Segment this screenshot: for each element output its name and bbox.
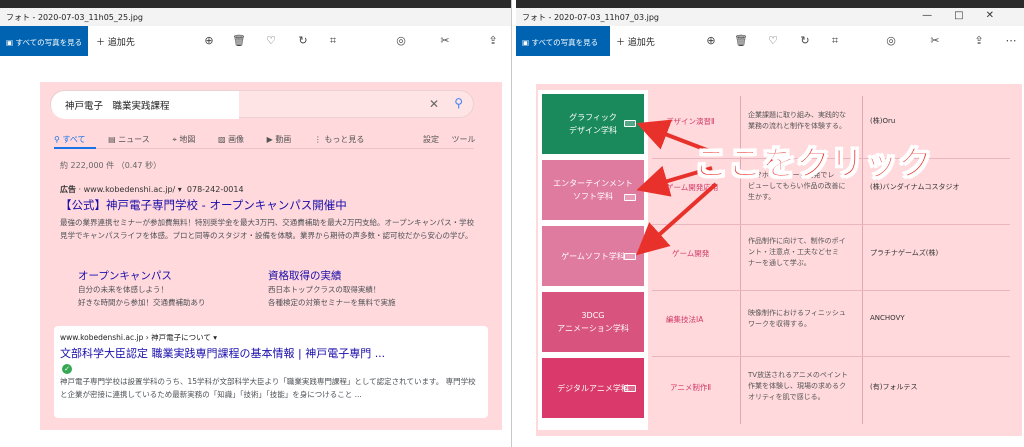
organic-result: www.kobedenshi.ac.jp › 神戸電子について ▾ 文部科学大臣… [54,326,488,418]
ad-title-link[interactable]: 【公式】神戸電子専門学校 - オープンキャンパス開催中 [60,197,347,213]
settings-link[interactable]: 設定 [423,135,439,144]
organic-description: 神戸電子専門学校は設置学科のうち、15学科が文部科学大臣より「職業実践専門課程」… [60,377,476,399]
google-tabs: ⚲ すべて ▤ ニュース ⌖ 地図 ▨ 画像 ▶ 動画 ⋮ もっと見る 設定 ツ… [54,134,486,145]
photos-toolbar: ▣ すべての写真を見る ＋ 追加先 ⊕ 🗑 ♡ ↻ ⌗ ◎ ✂ ⇪ [0,26,511,56]
ad-url-line: 広告 · www.kobedenshi.ac.jp/ ▾ 078-242-001… [60,185,244,194]
share-icon[interactable]: ⇪ [486,34,500,47]
tab-videos[interactable]: ▶ 動画 [267,135,302,144]
window-title: フォト - 2020-07-03_11h05_25.jpg [6,13,143,22]
tab-news[interactable]: ▤ ニュース [108,135,160,144]
verified-check-icon: ✓ [62,364,72,374]
rotate-icon[interactable]: ↻ [296,34,310,47]
taskbar-strip [0,0,511,8]
result-count: 約 222,000 件 （0.47 秒） [60,161,162,170]
tabs-divider [54,148,474,149]
tab-more[interactable]: ⋮ もっと見る [314,135,375,144]
sitelink-open-campus[interactable]: オープンキャンパス [78,268,172,283]
annotation-arrows [636,119,718,256]
edit-icon[interactable]: ✂ [438,34,452,47]
google-results-screenshot: 神戸電子 職業実践課程 ✕ ⚲ ⚲ すべて ▤ ニュース ⌖ 地図 ▨ 画像 ▶… [40,82,502,430]
click-here-annotation: ここをクリック [694,144,933,185]
arrow-to-game-soft [636,182,718,256]
organic-url[interactable]: www.kobedenshi.ac.jp › 神戸電子について ▾ [60,332,217,343]
photos-window-right: フォト - 2020-07-03_11h07_03.jpg —□✕ ▣ すべての… [516,0,1024,447]
zoom-icon[interactable]: ⊕ [202,34,216,47]
clear-icon[interactable]: ✕ [429,97,439,111]
delete-icon[interactable]: 🗑 [232,34,246,47]
search-query[interactable]: 神戸電子 職業実践課程 [51,91,239,119]
enhance-icon[interactable]: ◎ [394,34,408,47]
sitelink-desc: 西日本トップクラスの取得実績！ 各種検定の対策セミナーを無料で実施 [268,285,396,307]
plus-icon: ＋ [96,38,108,48]
tab-maps[interactable]: ⌖ 地図 [172,135,205,144]
sitelink-desc: 自分の未来を体感しよう！ 好きな時間から参加！交通費補助あり [78,285,206,307]
sitelink-certification[interactable]: 資格取得の実績 [268,268,342,283]
title-bar: フォト - 2020-07-03_11h05_25.jpg [0,8,511,26]
all-photos-button[interactable]: ▣ すべての写真を見る [0,26,88,56]
tab-images[interactable]: ▨ 画像 [218,135,254,144]
search-icon[interactable]: ⚲ [454,96,463,110]
organic-title-link[interactable]: 文部科学大臣認定 職業実践専門課程の基本情報 | 神戸電子専門 ... [60,345,385,361]
heart-icon[interactable]: ♡ [264,34,278,47]
add-to-button[interactable]: ＋ 追加先 [96,35,135,48]
active-tab-underline [54,147,96,149]
tab-all[interactable]: ⚲ すべて [54,135,96,144]
google-search-box[interactable]: 神戸電子 職業実践課程 ✕ ⚲ [50,90,474,119]
tools-link[interactable]: ツール [452,135,476,144]
crop-icon[interactable]: ⌗ [326,34,340,48]
photos-window-left: フォト - 2020-07-03_11h05_25.jpg ▣ すべての写真を見… [0,0,512,447]
ad-description: 最強の業界連携セミナーが参加費無料！特別奨学金を最大3万円、交通費補助を最大2万… [60,218,475,240]
